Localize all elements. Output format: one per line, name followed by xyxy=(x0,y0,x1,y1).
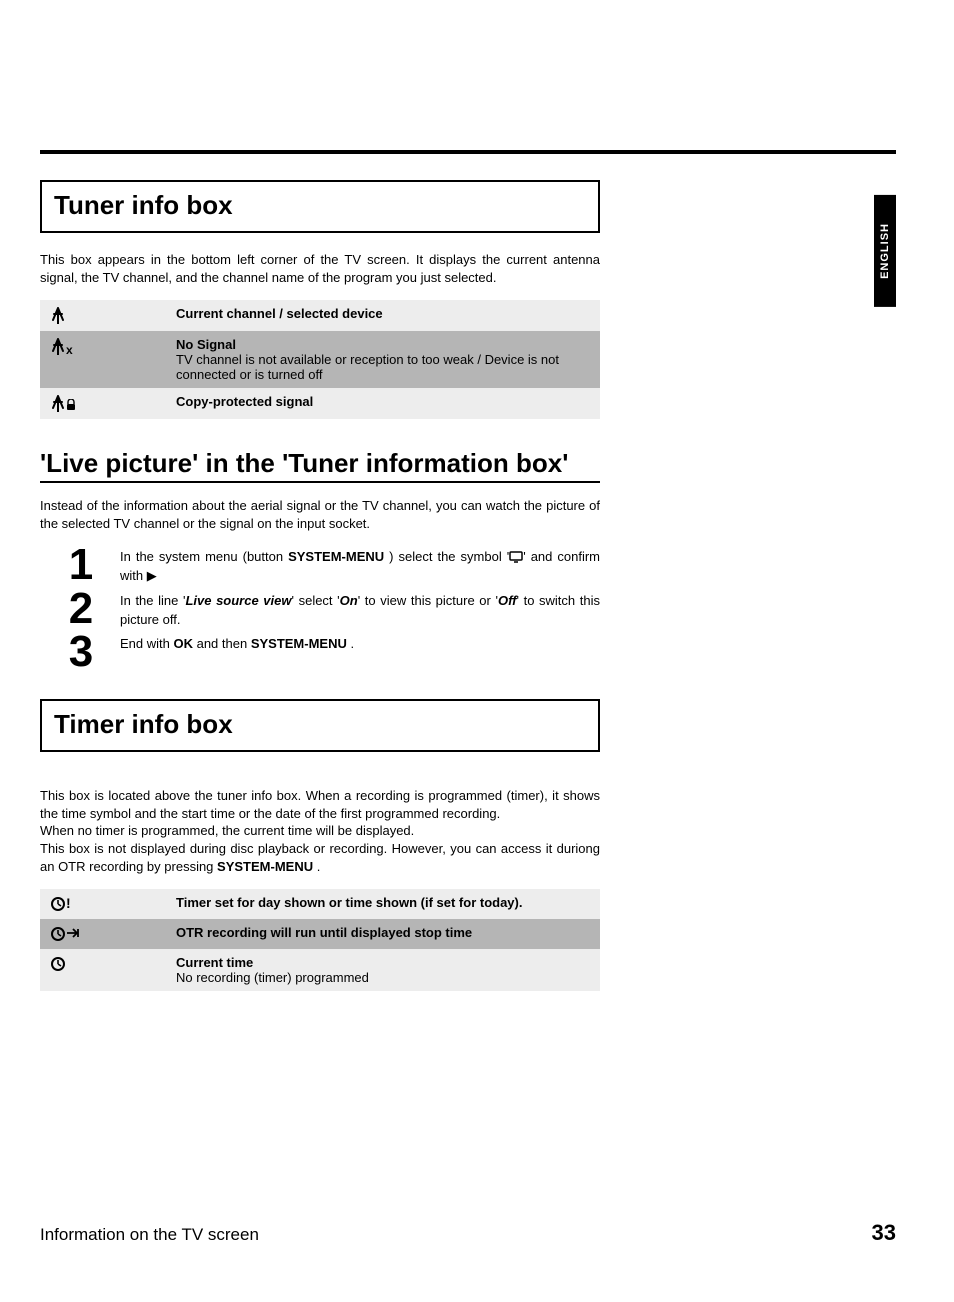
table-row: x No SignalTV channel is not available o… xyxy=(40,331,600,388)
table-row: Copy-protected signal xyxy=(40,388,600,419)
step-number: 1 xyxy=(40,546,120,583)
row-title: Current time xyxy=(176,955,253,970)
t: ' select ' xyxy=(292,593,340,608)
table-row: OTR recording will run until displayed s… xyxy=(40,919,600,949)
section1-intro: This box appears in the bottom left corn… xyxy=(40,251,600,286)
language-tab: ENGLISH xyxy=(874,195,896,307)
step-text: End with OK and then SYSTEM-MENU . xyxy=(120,633,600,654)
step-3: 3 End with OK and then SYSTEM-MENU . xyxy=(40,633,600,670)
antenna-x-icon: x xyxy=(40,331,168,388)
row-desc: TV channel is not available or reception… xyxy=(176,352,559,382)
table-row: Current channel / selected device xyxy=(40,300,600,331)
step-number: 3 xyxy=(40,633,120,670)
row-title: Copy-protected signal xyxy=(176,394,313,409)
clock-icon xyxy=(40,949,168,991)
row-title: No Signal xyxy=(176,337,236,352)
section1-title: Tuner info box xyxy=(54,190,586,221)
row-title: Timer set for day shown or time shown (i… xyxy=(176,895,522,910)
section3-intro: This box is located above the tuner info… xyxy=(40,770,600,875)
right-arrow-icon: ▶ xyxy=(147,568,157,583)
t: . xyxy=(347,636,354,651)
section3-title-box: Timer info box xyxy=(40,699,600,752)
tuner-info-table: Current channel / selected device x No S… xyxy=(40,300,600,419)
table-row: ! Timer set for day shown or time shown … xyxy=(40,889,600,919)
t: Live source view xyxy=(185,593,291,608)
section2-intro: Instead of the information about the aer… xyxy=(40,497,600,532)
section1-title-box: Tuner info box xyxy=(40,180,600,233)
t: . xyxy=(313,859,320,874)
antenna-lock-icon xyxy=(40,388,168,419)
t: Off xyxy=(498,593,517,608)
clock-arrow-icon xyxy=(40,919,168,949)
t: ) select the symbol ' xyxy=(384,549,509,564)
monitor-icon xyxy=(509,551,523,563)
step-1: 1 In the system menu (button SYSTEM-MENU… xyxy=(40,546,600,586)
step-number: 2 xyxy=(40,590,120,627)
t: OK xyxy=(173,636,193,651)
t: SYSTEM-MENU xyxy=(251,636,347,651)
t: SYSTEM-MENU xyxy=(217,859,313,874)
main-content: Tuner info box This box appears in the b… xyxy=(40,180,600,991)
row-title: Current channel / selected device xyxy=(176,306,383,321)
footer-text: Information on the TV screen xyxy=(40,1225,259,1245)
t: On xyxy=(340,593,358,608)
steps-list: 1 In the system menu (button SYSTEM-MENU… xyxy=(40,546,600,671)
t: End with xyxy=(120,636,173,651)
t: SYSTEM-MENU xyxy=(288,549,384,564)
page-number: 33 xyxy=(872,1220,896,1246)
t: In the line ' xyxy=(120,593,185,608)
step-text: In the line 'Live source view' select 'O… xyxy=(120,590,600,630)
timer-info-table: ! Timer set for day shown or time shown … xyxy=(40,889,600,991)
section2-title: 'Live picture' in the 'Tuner information… xyxy=(40,449,600,479)
clock-excl-icon: ! xyxy=(40,889,168,919)
antenna-icon xyxy=(40,300,168,331)
section3-title: Timer info box xyxy=(54,709,586,740)
step-2: 2 In the line 'Live source view' select … xyxy=(40,590,600,630)
section2-rule xyxy=(40,481,600,483)
page-top-rule xyxy=(40,150,896,154)
t: and then xyxy=(193,636,251,651)
row-title: OTR recording will run until displayed s… xyxy=(176,925,472,940)
t: ' to view this picture or ' xyxy=(358,593,498,608)
page-footer: Information on the TV screen 33 xyxy=(40,1220,896,1246)
step-text: In the system menu (button SYSTEM-MENU )… xyxy=(120,546,600,586)
row-desc: No recording (timer) programmed xyxy=(176,970,369,985)
t: In the system menu (button xyxy=(120,549,288,564)
table-row: Current timeNo recording (timer) program… xyxy=(40,949,600,991)
